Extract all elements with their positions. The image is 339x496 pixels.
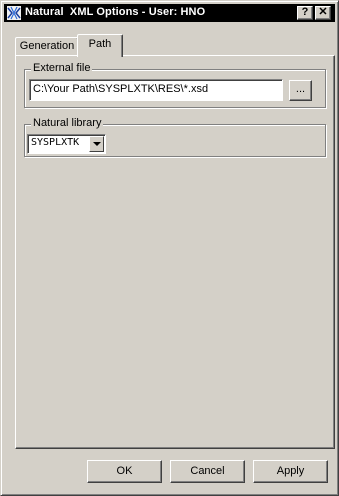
cancel-button[interactable]: Cancel: [170, 460, 245, 483]
natural-library-select[interactable]: SYSPLXTK: [27, 134, 106, 154]
natural-library-label: Natural library: [31, 117, 104, 129]
tab-generation[interactable]: Generation: [15, 37, 79, 56]
close-button[interactable]: ✕: [315, 6, 331, 20]
apply-button[interactable]: Apply: [253, 460, 328, 483]
window-title: Natural XML Options - User: HNO: [25, 6, 206, 18]
browse-button[interactable]: ...: [289, 80, 312, 101]
title-bar[interactable]: Natural XML Options - User: HNO ? ✕: [4, 4, 335, 22]
help-button[interactable]: ?: [297, 6, 313, 20]
natural-library-group: Natural library SYSPLXTK: [24, 117, 326, 157]
chevron-down-icon[interactable]: [89, 136, 104, 152]
natural-library-value: SYSPLXTK: [31, 137, 80, 148]
path-tab-panel: External file C:\Your Path\SYSPLXTK\RES\…: [15, 55, 335, 449]
ok-button[interactable]: OK: [87, 460, 162, 483]
tab-path[interactable]: Path: [77, 34, 123, 57]
external-file-label: External file: [31, 62, 93, 74]
options-dialog: Natural XML Options - User: HNO ? ✕ Gene…: [0, 0, 339, 496]
app-icon: [7, 6, 21, 20]
external-file-input[interactable]: C:\Your Path\SYSPLXTK\RES\*.xsd: [29, 79, 283, 101]
close-icon: ✕: [318, 6, 328, 18]
external-file-group: External file C:\Your Path\SYSPLXTK\RES\…: [24, 62, 326, 108]
